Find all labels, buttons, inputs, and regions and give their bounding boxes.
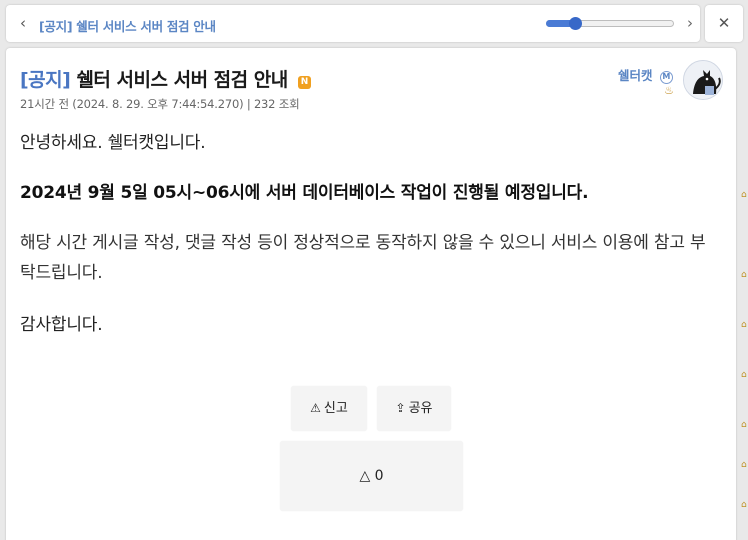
share-button[interactable]: ⇪ 공유 [377,386,451,431]
share-label: 공유 [408,401,433,416]
background-decoration: ⌂ [741,420,747,430]
background-page-strip: ⌂ ⌂ ⌂ ⌂ ⌂ ⌂ ⌂ [738,44,748,540]
new-badge: N [297,76,311,89]
background-decoration: ⌂ [741,270,747,280]
avatar[interactable] [683,60,723,100]
cat-avatar-icon [684,61,722,99]
background-decoration: ⌂ [741,320,747,330]
top-bar: ‹ [공지] 쉘터 서비스 서버 점검 안내 › [6,5,700,42]
background-decoration: ⌂ [741,190,747,200]
slider-thumb[interactable] [569,17,583,30]
post-card: [공지] 쉘터 서비스 서버 점검 안내 N 21시간 전 (2024. 8. … [6,48,736,540]
back-button[interactable]: ‹ [14,14,32,32]
share-upload-icon: ⇪ [395,401,406,415]
author-name[interactable]: 쉘터캣 M [618,65,673,84]
close-button[interactable]: ✕ [705,5,743,42]
author-name-text: 쉘터캣 [618,68,653,83]
post-paragraph: 감사합니다. [20,315,103,335]
background-decoration: ⌂ [741,500,747,510]
background-decoration: ⌂ [741,460,747,470]
siren-icon: ⚠ [310,401,321,415]
post-paragraph: 안녕하세요. 쉘터캣입니다. [20,133,206,153]
post-meta: 21시간 전 (2024. 8. 29. 오후 7:44:54.270) | 2… [20,97,300,111]
upvote-button[interactable]: △ 0 [280,441,463,511]
topbar-title: [공지] 쉘터 서비스 서버 점검 안내 [39,19,216,34]
close-icon: ✕ [717,14,731,32]
post-title-text: 쉘터 서비스 서버 점검 안내 [76,69,288,91]
next-button[interactable]: › [682,14,698,32]
chevron-right-icon: › [687,14,693,32]
author-badge-icon: ♨ [664,84,674,97]
post-title-prefix: [공지] [20,69,71,91]
chevron-left-icon: ‹ [20,14,26,32]
font-size-slider[interactable] [546,17,674,30]
report-label: 신고 [323,401,348,416]
background-decoration: ⌂ [741,370,747,380]
post-title: [공지] 쉘터 서비스 서버 점검 안내 N [20,65,311,92]
post-paragraph: 해당 시간 게시글 작성, 댓글 작성 등이 정상적으로 동작하지 않을 수 있… [20,233,706,283]
post-paragraph-bold: 2024년 9월 5일 05시~06시에 서버 데이터베이스 작업이 진행될 예… [20,183,589,203]
upvote-label: △ 0 [359,468,384,484]
moderator-icon: M [659,71,673,84]
report-button[interactable]: ⚠ 신고 [291,386,367,431]
